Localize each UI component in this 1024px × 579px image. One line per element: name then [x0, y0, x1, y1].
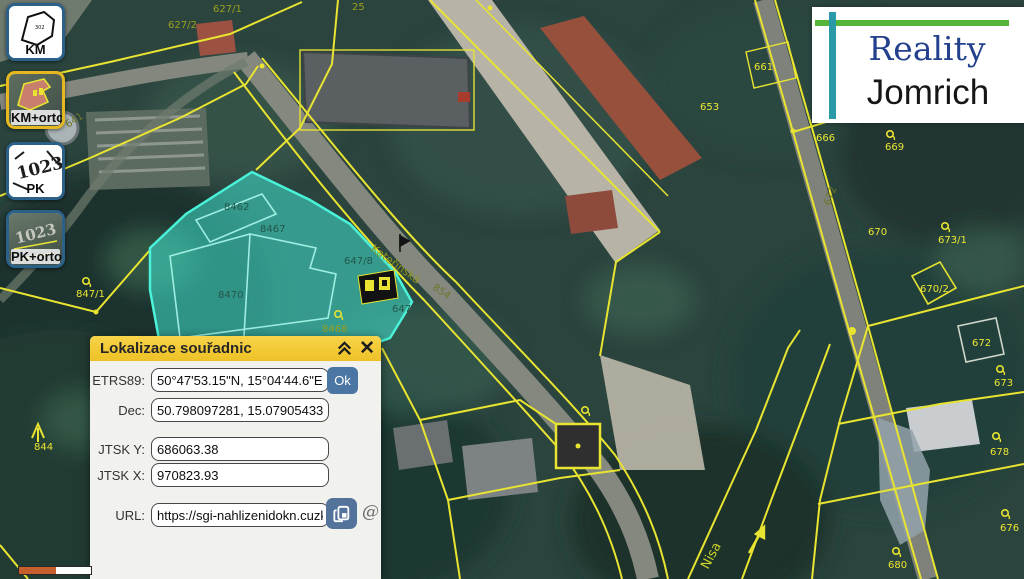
parcel-label: 8470: [218, 290, 243, 301]
parcel-label: 678: [990, 447, 1009, 458]
dec-input[interactable]: [151, 398, 329, 422]
parcel-label: 627/1: [213, 4, 242, 15]
jtsk-x-label: JTSK X:: [90, 463, 145, 488]
jtsk-x-input[interactable]: [151, 463, 329, 487]
logo-green-line: [815, 20, 1009, 26]
url-label: URL:: [90, 503, 145, 528]
svg-text:1023: 1023: [13, 220, 58, 248]
ok-button[interactable]: Ok: [327, 367, 358, 394]
copy-url-button[interactable]: [326, 498, 357, 529]
coordinate-localization-dialog: Lokalizace souřadnic ✕ ETRS89: Ok Dec: J…: [90, 336, 381, 579]
parcel-label: 647/8: [344, 256, 373, 267]
layer-button-km-orto[interactable]: KM+orto: [6, 71, 65, 129]
etrs89-input[interactable]: [151, 368, 329, 392]
parcel-label: 670: [868, 227, 887, 238]
dec-label: Dec:: [90, 398, 145, 423]
close-icon[interactable]: ✕: [359, 339, 375, 358]
parcel-label: 647/7: [392, 304, 421, 315]
layer-button-label: KM: [9, 42, 62, 57]
scale-segment: [56, 567, 91, 574]
jtsk-y-label: JTSK Y:: [90, 437, 145, 462]
logo-text-reality: Reality: [852, 29, 1002, 68]
at-symbol: @: [362, 502, 379, 522]
parcel-label: 627/2: [168, 20, 197, 31]
parcel-label: 844: [34, 442, 53, 453]
svg-text:302: 302: [35, 25, 45, 31]
layer-button-km[interactable]: 302 KM: [6, 3, 65, 61]
jtsk-y-input[interactable]: [151, 437, 329, 461]
parcel-label: 680: [888, 560, 907, 571]
parcel-label: 672: [972, 338, 991, 349]
parcel-label: 673: [994, 378, 1013, 389]
parcel-label: 666: [816, 133, 835, 144]
parcel-label: 8467: [260, 224, 285, 235]
layer-button-label: KM+orto: [11, 110, 60, 125]
parcel-label: 673/1: [938, 235, 967, 246]
layer-button-pk[interactable]: 1023 PK: [6, 142, 65, 200]
logo-teal-line: [829, 12, 836, 119]
reality-jomrich-logo: Reality Jomrich: [812, 7, 1024, 123]
layer-button-label: PK: [9, 181, 62, 196]
parcel-label: 676: [1000, 523, 1019, 534]
parcel-label: 669: [885, 142, 904, 153]
scale-segment: [19, 567, 56, 574]
etrs89-label: ETRS89:: [90, 368, 145, 393]
url-input[interactable]: [151, 503, 329, 527]
parcel-label: 847/1: [76, 289, 105, 300]
building-symbol: [358, 270, 398, 304]
parcel-label: 25: [352, 2, 365, 13]
layer-button-pk-orto[interactable]: 1023 PK+orto: [6, 210, 65, 268]
collapse-icon[interactable]: [335, 339, 354, 358]
parcel-label: 670/2: [920, 284, 949, 295]
layer-button-label: PK+orto: [11, 249, 60, 264]
parcel-label: 653: [700, 102, 719, 113]
map-scale-bar: [18, 566, 92, 575]
logo-text-jomrich: Jomrich: [848, 73, 1008, 113]
copy-icon: [333, 505, 351, 523]
parcel-label: 661: [754, 62, 773, 73]
parcel-label: 8462: [224, 202, 249, 213]
parcel-label: 8468: [322, 324, 347, 335]
